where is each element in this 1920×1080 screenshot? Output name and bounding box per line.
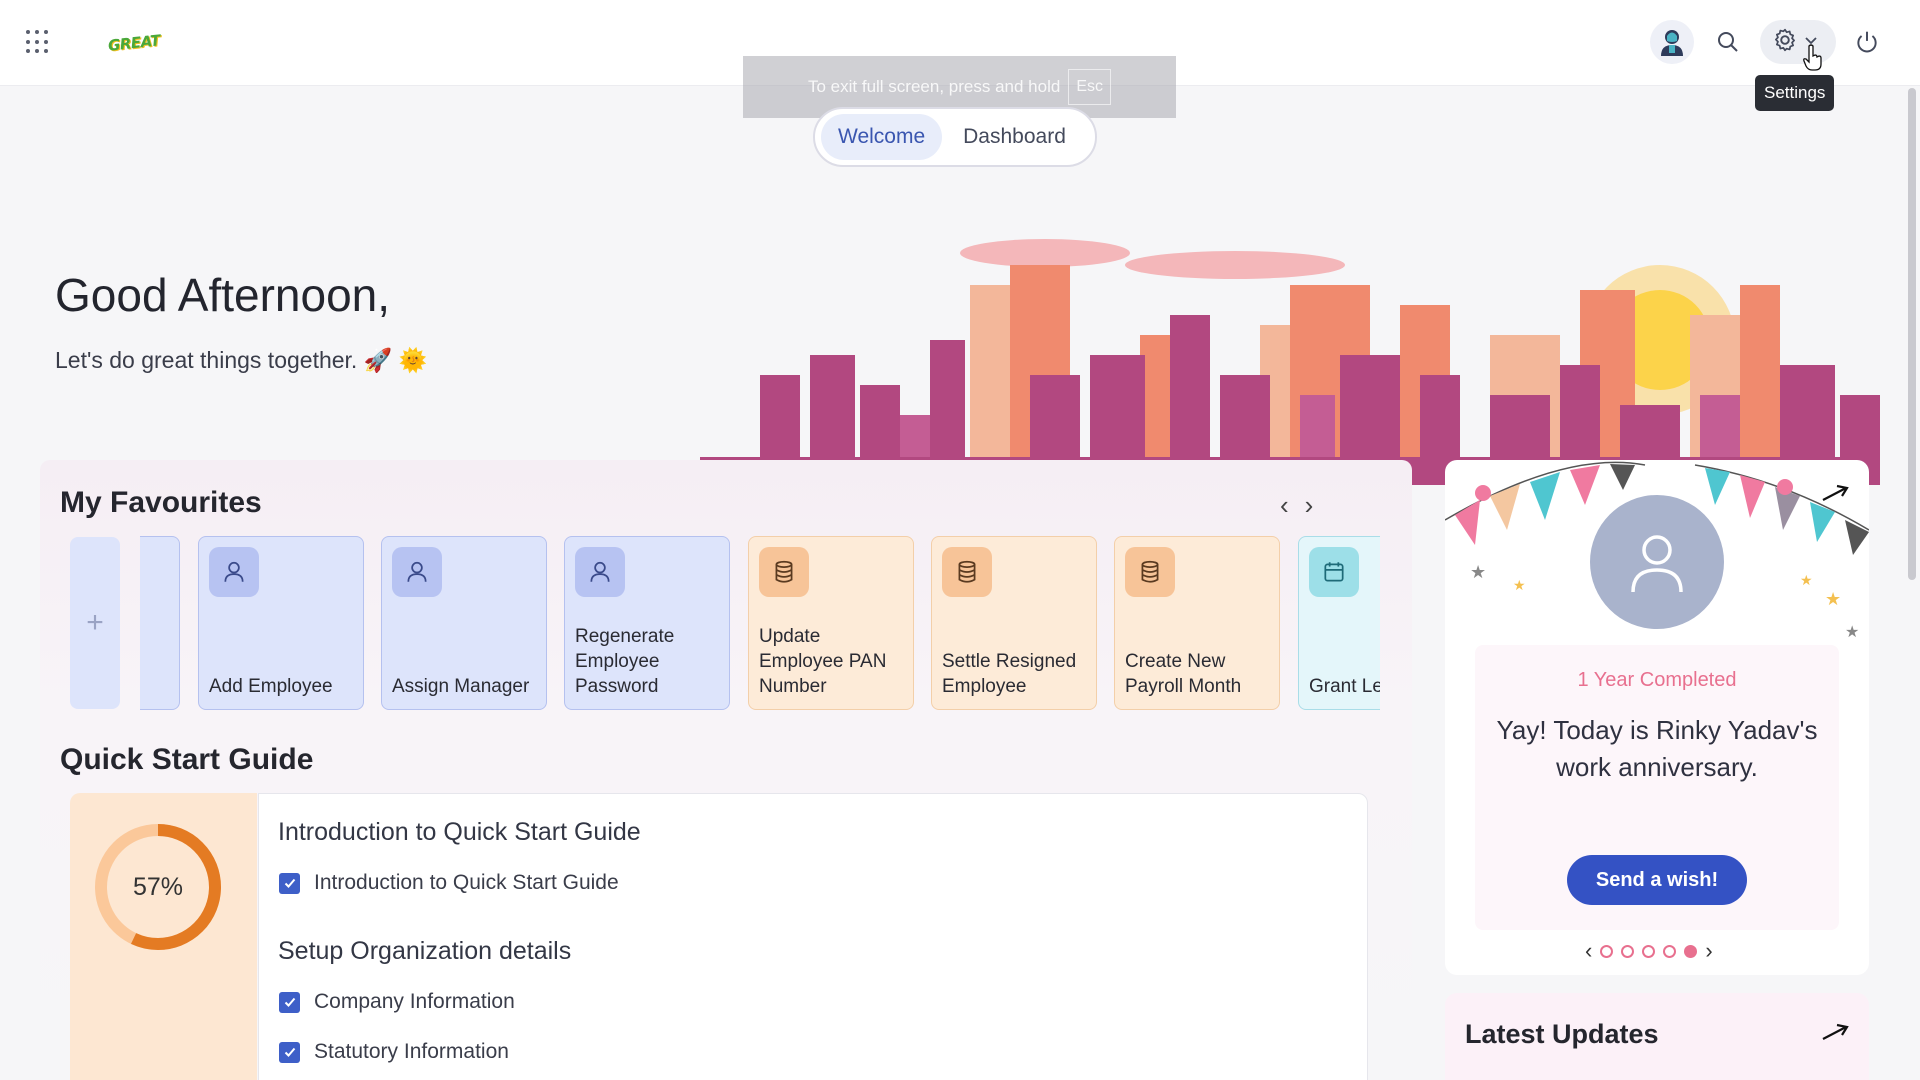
- checklist-item[interactable]: Introduction to Quick Start Guide: [279, 871, 619, 895]
- favourite-tile-add-employee[interactable]: Add Employee: [198, 536, 364, 710]
- greeting-title: Good Afternoon,: [55, 269, 391, 321]
- pager-dot[interactable]: [1642, 944, 1656, 958]
- send-wish-button[interactable]: Send a wish!: [1567, 855, 1747, 905]
- chevron-left-icon[interactable]: ‹: [1280, 490, 1289, 521]
- favourite-tile-create-payroll[interactable]: Create New Payroll Month: [1114, 536, 1280, 710]
- favourites-list: Add Employee Assign Manager Regenerate E…: [140, 536, 1380, 712]
- fullscreen-notice-text: To exit full screen, press and hold: [808, 77, 1061, 96]
- checklist-item-label: Introduction to Quick Start Guide: [314, 871, 619, 894]
- favourite-label: Grant Le: [1309, 676, 1380, 697]
- view-switcher: Welcome Dashboard: [813, 107, 1097, 167]
- favourite-tile-regenerate-password[interactable]: Regenerate Employee Password: [564, 536, 730, 710]
- user-icon: [575, 547, 625, 597]
- checklist-item-label: Statutory Information: [314, 1040, 509, 1063]
- power-icon[interactable]: [1847, 22, 1887, 62]
- pager-dot[interactable]: [1663, 944, 1677, 958]
- checkbox-checked-icon[interactable]: [279, 991, 300, 1013]
- checkbox-checked-icon[interactable]: [279, 1041, 300, 1063]
- checkbox-checked-icon[interactable]: [279, 872, 300, 894]
- svg-text:★: ★: [1845, 624, 1859, 641]
- favourite-tile[interactable]: [140, 536, 180, 710]
- svg-text:★: ★: [1470, 562, 1486, 582]
- hand-cursor-icon: [1803, 44, 1822, 71]
- svg-text:★: ★: [1825, 589, 1841, 609]
- checklist-section-heading: Introduction to Quick Start Guide: [278, 818, 641, 846]
- svg-text:★: ★: [1513, 577, 1526, 593]
- favourites-nav: ‹ ›: [1280, 490, 1313, 521]
- favourite-label: Settle Resigned Employee: [942, 651, 1077, 697]
- search-icon[interactable]: [1708, 22, 1748, 62]
- favourite-tile-assign-manager[interactable]: Assign Manager: [381, 536, 547, 710]
- quick-start-progress-card: 57%: [70, 793, 257, 1080]
- checklist-item[interactable]: Company Information: [279, 990, 515, 1014]
- favourite-label: Regenerate Employee Password: [575, 626, 675, 697]
- pager-dot[interactable]: [1621, 944, 1635, 958]
- chevron-left-icon[interactable]: ‹: [1585, 938, 1592, 964]
- quick-start-title: Quick Start Guide: [60, 743, 314, 776]
- favourites-title: My Favourites: [60, 486, 262, 519]
- greeting-subtitle: Let's do great things together. 🚀 🌞: [55, 347, 428, 373]
- checklist-section-heading: Setup Organization details: [278, 937, 572, 965]
- settings-tooltip: Settings: [1755, 75, 1835, 111]
- checklist-item-label: Company Information: [314, 990, 515, 1013]
- anniversary-pager: ‹ ›: [1585, 938, 1713, 964]
- svg-text:★: ★: [1800, 572, 1813, 588]
- settings-button[interactable]: [1760, 20, 1836, 64]
- pager-dot[interactable]: [1600, 944, 1614, 958]
- favourite-tile-settle-resigned[interactable]: Settle Resigned Employee: [931, 536, 1097, 710]
- city-skyline-illustration: [700, 239, 1880, 485]
- company-logo[interactable]: GREAT: [107, 31, 161, 54]
- arrow-up-right-icon[interactable]: [1820, 482, 1850, 506]
- favourite-label: Create New Payroll Month: [1125, 651, 1242, 697]
- checklist-item[interactable]: Statutory Information: [279, 1040, 509, 1064]
- chevron-right-icon[interactable]: ›: [1305, 490, 1314, 521]
- tab-welcome[interactable]: Welcome: [821, 114, 943, 160]
- arrow-up-right-icon[interactable]: [1820, 1021, 1850, 1045]
- esc-key-label: Esc: [1068, 69, 1111, 105]
- gear-icon: [1772, 27, 1798, 58]
- favourite-tile-update-pan[interactable]: Update Employee PAN Number: [748, 536, 914, 710]
- database-icon: [759, 547, 809, 597]
- tab-dashboard[interactable]: Dashboard: [946, 114, 1083, 160]
- chevron-right-icon[interactable]: ›: [1705, 938, 1712, 964]
- user-avatar-icon[interactable]: [1650, 20, 1694, 64]
- favourite-label: Assign Manager: [392, 676, 530, 697]
- anniversary-tag: 1 Year Completed: [1577, 669, 1737, 691]
- page-scrollbar[interactable]: [1908, 88, 1916, 580]
- anniversary-message: Yay! Today is Rinky Yadav's work anniver…: [1496, 715, 1818, 782]
- favourite-label: Update Employee PAN Number: [759, 626, 887, 697]
- employee-avatar-placeholder: [1590, 495, 1724, 629]
- calendar-icon: [1309, 547, 1359, 597]
- database-icon: [1125, 547, 1175, 597]
- pager-dot-active[interactable]: [1684, 944, 1698, 958]
- database-icon: [942, 547, 992, 597]
- latest-updates-title: Latest Updates: [1465, 1019, 1659, 1049]
- apps-grid-icon[interactable]: [26, 30, 50, 54]
- favourite-label: Add Employee: [209, 676, 333, 697]
- progress-percent-label: 57%: [132, 872, 184, 901]
- user-icon: [392, 547, 442, 597]
- add-favourite-button[interactable]: +: [70, 537, 120, 709]
- user-icon: [209, 547, 259, 597]
- favourite-tile-grant-leave[interactable]: Grant Le: [1298, 536, 1380, 710]
